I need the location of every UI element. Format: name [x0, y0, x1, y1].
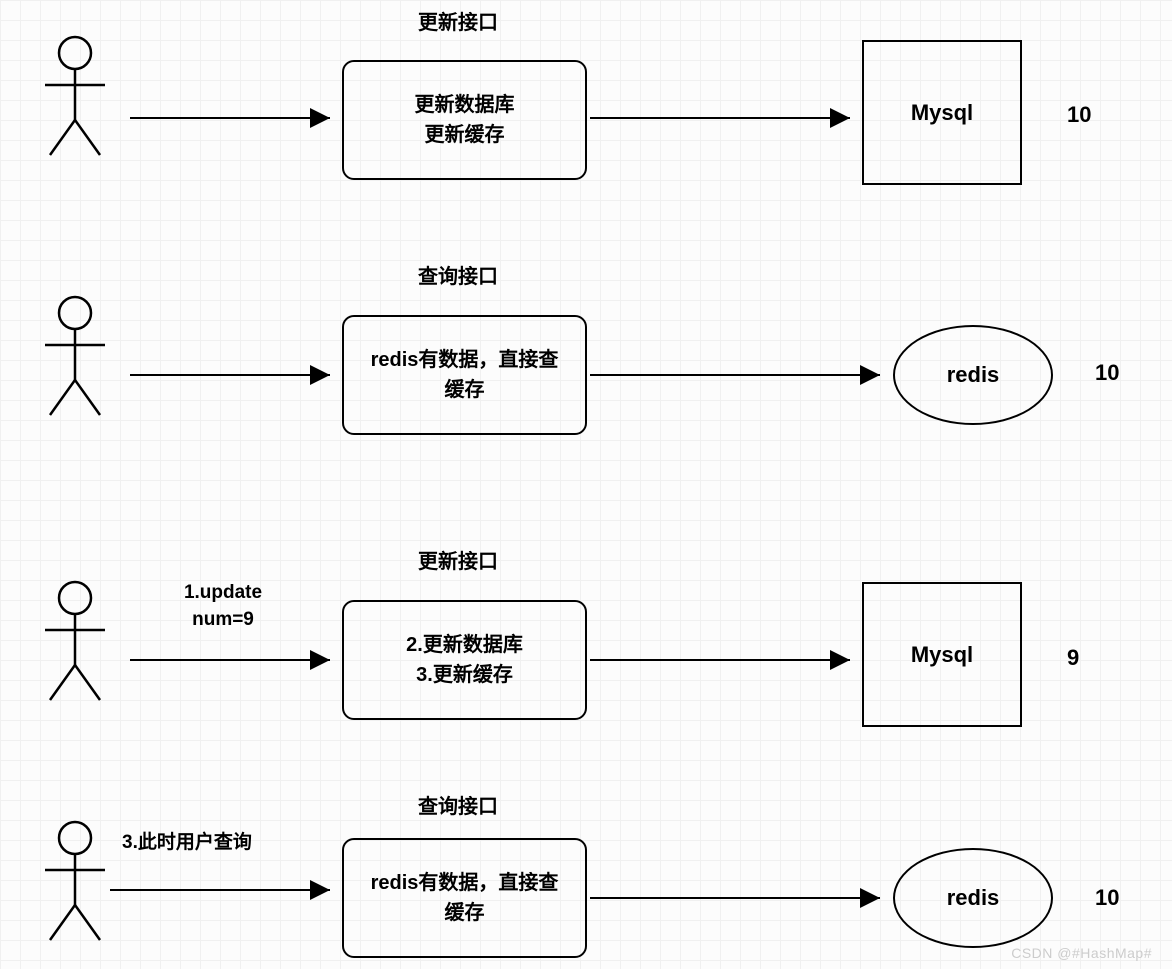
row3-value: 9 [1067, 645, 1079, 671]
arrow-box-to-target-1 [590, 108, 860, 128]
arrow-actor-to-box-3 [130, 650, 340, 670]
row3-title: 更新接口 [418, 545, 498, 574]
row2-process-box: redis有数据，直接查 缓存 [342, 315, 587, 435]
actor-icon [45, 35, 110, 160]
row1-process-box: 更新数据库 更新缓存 [342, 60, 587, 180]
arrow-box-to-target-2 [590, 365, 890, 385]
row1-value: 10 [1067, 102, 1091, 128]
arrow-actor-to-box-4 [110, 880, 340, 900]
row4-process-box: redis有数据，直接查 缓存 [342, 838, 587, 958]
row4-arrow-label: 3.此时用户查询 [122, 830, 252, 857]
row4-value: 10 [1095, 885, 1119, 911]
row2-title: 查询接口 [418, 260, 498, 289]
row1-title: 更新接口 [418, 6, 498, 35]
actor-icon [45, 820, 110, 945]
row3-mysql-box: Mysql [862, 582, 1022, 727]
arrow-box-to-target-4 [590, 888, 890, 908]
arrow-actor-to-box-1 [130, 108, 340, 128]
watermark: CSDN @#HashMap# [1011, 945, 1152, 961]
arrow-actor-to-box-2 [130, 365, 340, 385]
row2-redis-ellipse: redis [893, 325, 1053, 425]
row3-arrow-label: 1.update num=9 [143, 580, 303, 633]
row3-process-box: 2.更新数据库 3.更新缓存 [342, 600, 587, 720]
row4-title: 查询接口 [418, 790, 498, 819]
row2-value: 10 [1095, 360, 1119, 386]
actor-icon [45, 295, 110, 420]
actor-icon [45, 580, 110, 705]
row1-mysql-box: Mysql [862, 40, 1022, 185]
arrow-box-to-target-3 [590, 650, 860, 670]
row4-redis-ellipse: redis [893, 848, 1053, 948]
